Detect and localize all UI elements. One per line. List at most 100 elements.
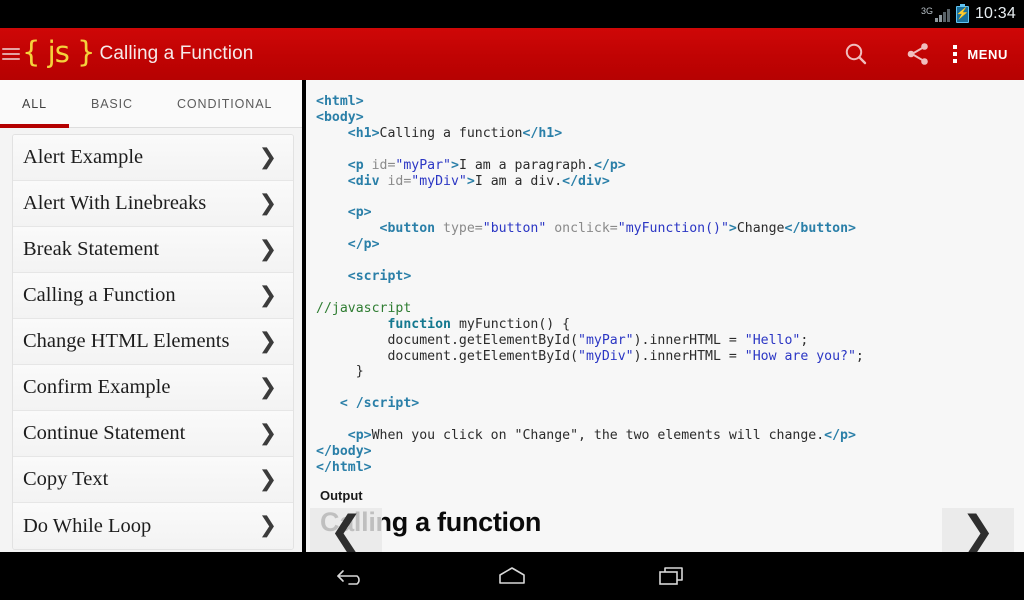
code-token-plain: ).innerHTML = [633, 348, 745, 364]
chevron-right-icon: ❯ [258, 236, 277, 262]
code-token-val: "button" [482, 221, 547, 237]
code-token-tag: </html> [316, 459, 372, 475]
overflow-menu-button[interactable] [949, 45, 967, 63]
list-item[interactable]: Alert Example ❯ [13, 135, 293, 181]
home-icon [499, 567, 525, 584]
list-item[interactable]: Do While Loop ❯ [13, 503, 293, 549]
code-token-str: "How are you?" [744, 348, 856, 364]
code-token-tag: <p [347, 157, 364, 173]
code-token-tag: > [451, 157, 459, 173]
code-token-plain: ).innerHTML = [633, 332, 745, 348]
menu-label[interactable]: MENU [967, 47, 1014, 62]
home-button[interactable] [490, 561, 534, 591]
chevron-right-icon: ❯ [258, 328, 277, 354]
app-bar: { js } Calling a Function MENU [0, 28, 1024, 80]
code-token-tag: > [728, 221, 737, 237]
list-item[interactable]: Break Statement ❯ [13, 227, 293, 273]
list-item[interactable]: Confirm Example ❯ [13, 365, 293, 411]
recents-button[interactable] [650, 561, 694, 591]
list-item-label: Alert With Linebreaks [23, 192, 207, 214]
code-token-str: "Hello" [744, 332, 801, 348]
code-token-str: "myDiv" [578, 348, 634, 364]
code-token-plain: Calling a function [379, 125, 523, 141]
code-token-tag: <script> [347, 268, 412, 284]
overflow-dot [953, 59, 958, 63]
list-item[interactable]: Alert With Linebreaks ❯ [13, 181, 293, 227]
tab-partial[interactable]: B [294, 80, 302, 127]
code-token-attr: id= [363, 157, 396, 173]
code-token-plain: myFunction() { [451, 316, 571, 332]
battery-charging-icon: ⚡ [956, 3, 969, 23]
list-item[interactable]: Change HTML Elements ❯ [13, 319, 293, 365]
code-token-val: "myFunction()" [617, 221, 729, 237]
share-button[interactable] [887, 28, 949, 80]
list-item[interactable]: Continue Statement ❯ [13, 411, 293, 457]
code-token-cmt: //javascript [316, 300, 412, 316]
list-item-label: Do While Loop [23, 514, 152, 537]
code-token-plain: When you click on "Change", the two elem… [371, 428, 825, 444]
list-item-label: Break Statement [23, 238, 160, 260]
signal-icon: 3G [921, 6, 950, 22]
tab-all[interactable]: ALL [0, 80, 69, 128]
network-type-label: 3G [920, 6, 933, 16]
overflow-dot [953, 52, 958, 56]
list-item-label: Continue Statement [23, 422, 186, 444]
code-token-str: "myPar" [578, 332, 634, 348]
list-item[interactable]: Copy Text ❯ [13, 457, 293, 503]
chevron-right-icon: ❯ [258, 513, 277, 538]
code-token-plain: ; [800, 332, 809, 348]
system-navigation-bar [0, 552, 1024, 600]
recents-icon [659, 567, 683, 585]
code-token-tag: <h1> [347, 125, 380, 141]
tab-conditional[interactable]: CONDITIONAL [155, 80, 294, 127]
chevron-right-icon: ❯ [258, 374, 277, 400]
chevron-right-icon: ❯ [258, 466, 277, 492]
code-token-tag: </p> [347, 237, 380, 253]
hamburger-menu-icon[interactable] [2, 48, 20, 60]
tab-basic[interactable]: BASIC [69, 80, 155, 127]
code-token-tag: <button [379, 221, 436, 237]
code-token-attr: onclick= [546, 221, 618, 237]
code-token-val: "myDiv" [411, 173, 467, 189]
code-token-plain: document.getElementById( [316, 332, 579, 348]
code-token-tag: </p> [824, 428, 856, 444]
code-token-tag: <body> [316, 109, 364, 125]
code-block: <html> <body> <h1>Calling a function</h1… [316, 94, 1024, 476]
code-token-tag: </div> [562, 173, 610, 189]
code-token-kw: function [387, 316, 451, 332]
app-bar-actions: MENU [825, 28, 1014, 80]
list-item-label: Change HTML Elements [23, 330, 230, 352]
search-icon [846, 43, 867, 65]
chevron-right-icon: ❯ [258, 282, 277, 308]
code-token-plain: ; [855, 348, 864, 364]
previous-example-button[interactable]: ❮ [310, 508, 382, 554]
code-token-tag: <p> [347, 205, 372, 221]
left-panel: ALL BASIC CONDITIONAL B Alert Example ❯ … [0, 80, 302, 552]
code-token-tag: </button> [784, 221, 856, 237]
list-item[interactable]: Calling a Function ❯ [13, 273, 293, 319]
chevron-right-icon: ❯ [258, 190, 277, 216]
chevron-right-icon: ❯ [258, 420, 277, 446]
code-token-tag: <p> [347, 428, 372, 444]
chevron-right-icon: ❯ [258, 144, 277, 170]
back-button[interactable] [330, 561, 374, 591]
code-token-val: "myPar" [395, 157, 451, 173]
back-icon [337, 570, 360, 585]
code-token-plain: document.getElementById( [316, 348, 579, 364]
output-heading: Calling a function [320, 506, 542, 537]
list-item-label: Alert Example [23, 146, 144, 168]
next-example-button[interactable]: ❯ [942, 508, 1014, 554]
code-token-plain: } [316, 364, 364, 380]
search-button[interactable] [825, 28, 887, 80]
page-title: Calling a Function [99, 43, 254, 64]
code-viewer-panel[interactable]: <html> <body> <h1>Calling a function</h1… [306, 80, 1024, 552]
overflow-dot [953, 45, 958, 49]
example-list-container: Alert Example ❯ Alert With Linebreaks ❯ … [0, 128, 302, 550]
